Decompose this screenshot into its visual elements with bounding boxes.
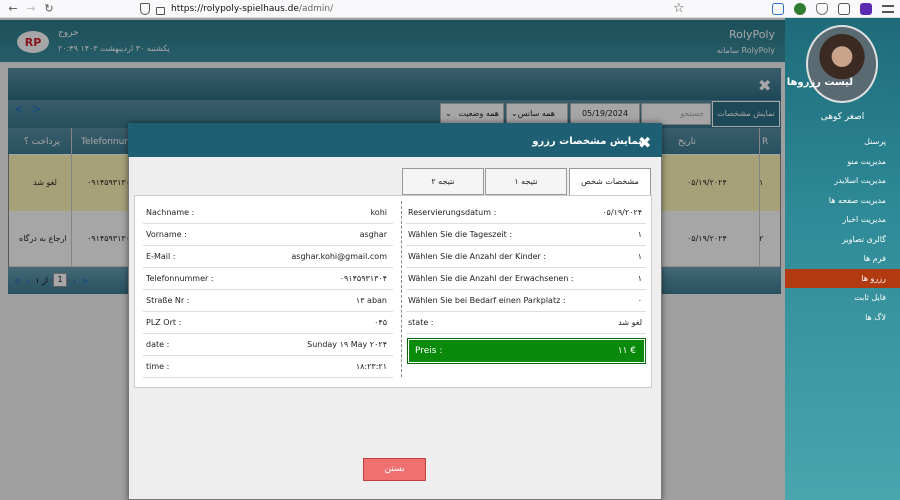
tab-person-details[interactable]: مشخصات شخص xyxy=(569,168,651,196)
detail-row: PLZ Ort : ۰۴۵ xyxy=(143,314,393,334)
detail-value: ۱۸:۲۳:۲۱ xyxy=(355,362,387,371)
sidebar-item-static-files[interactable]: فایل ثابت xyxy=(785,288,900,308)
sidebar-item-pages[interactable]: مدیریت صفحه ها xyxy=(785,191,900,211)
dialog-divider xyxy=(401,201,402,377)
sidebar-item-personnel[interactable]: پرسنل xyxy=(785,132,900,152)
detail-label: state : xyxy=(408,318,434,327)
browser-extension-icons xyxy=(772,1,894,17)
forward-icon[interactable]: → xyxy=(22,0,40,18)
detail-row: Straße Nr : ۱۳ aban xyxy=(143,292,393,312)
detail-row: Wählen Sie die Anzahl der Erwachsenen : ۱ xyxy=(406,270,646,290)
detail-row: time : ۱۸:۲۳:۲۱ xyxy=(143,358,393,378)
detail-row: Wählen Sie bei Bedarf einen Parkplatz : ۰ xyxy=(406,292,646,312)
extension-shield-icon[interactable] xyxy=(816,3,828,15)
detail-value: kohi xyxy=(370,208,387,217)
dialog-close-icon[interactable]: ✖ xyxy=(638,133,651,152)
url-host: https://rolypoly-spielhaus.de xyxy=(171,4,299,14)
detail-value: ۰۴۵ xyxy=(374,318,387,327)
detail-row: date : Sunday ۱۹ May ۲۰۲۴ xyxy=(143,336,393,356)
close-button[interactable]: بستن xyxy=(363,458,426,481)
url-bar[interactable]: https://rolypoly-spielhaus.de/admin/ xyxy=(140,1,700,17)
tab-result-1[interactable]: نتیجه ۱ xyxy=(485,168,567,195)
detail-label: time : xyxy=(146,362,170,371)
download-icon[interactable] xyxy=(772,3,784,15)
detail-label: Wählen Sie die Tageszeit : xyxy=(408,230,513,239)
sidebar-item-slider[interactable]: مدیریت اسلایدر xyxy=(785,171,900,191)
menu-icon[interactable] xyxy=(882,5,894,13)
detail-value: ۰ xyxy=(637,296,642,305)
extension-purple-icon[interactable] xyxy=(860,3,872,15)
detail-row: Wählen Sie die Tageszeit : ۱ xyxy=(406,226,646,246)
reload-icon[interactable]: ↻ xyxy=(40,0,58,18)
detail-row: E-Mail : asghar.kohi@gmail.com xyxy=(143,248,393,268)
sidebar-item-gallery[interactable]: گالری تصاویر xyxy=(785,230,900,250)
detail-value: asghar xyxy=(359,230,387,239)
extension-green-icon[interactable] xyxy=(794,3,806,15)
detail-value: ۱ xyxy=(637,252,642,261)
user-avatar xyxy=(806,25,878,103)
user-name: اصغر کوهی xyxy=(820,112,865,122)
detail-value: ۱ xyxy=(637,230,642,239)
detail-row: Wählen Sie die Anzahl der Kinder : ۱ xyxy=(406,248,646,268)
detail-label: Nachname : xyxy=(146,208,195,217)
detail-value: ۱ xyxy=(637,274,642,283)
sidebar-item-forms[interactable]: فرم ها xyxy=(785,249,900,269)
detail-label: Reservierungsdatum : xyxy=(408,208,497,217)
url-path: /admin/ xyxy=(298,4,334,14)
detail-label: Straße Nr : xyxy=(146,296,190,305)
panel-title: لیست رزروها xyxy=(786,77,853,88)
detail-label: Wählen Sie die Anzahl der Erwachsenen : xyxy=(408,274,574,283)
sidebar-item-reservations[interactable]: رزرو ها xyxy=(785,268,900,288)
detail-value: ۰۵/۱۹/۲۰۲۴ xyxy=(602,208,642,217)
bookmark-star-icon[interactable]: ☆ xyxy=(673,1,685,16)
back-icon[interactable]: ← xyxy=(4,0,22,18)
detail-value: Sunday ۱۹ May ۲۰۲۴ xyxy=(307,340,387,349)
detail-row: Vorname : asghar xyxy=(143,226,393,246)
detail-label: date : xyxy=(146,340,170,349)
dialog-title: نمایش مشخصات رزرو xyxy=(532,136,642,147)
sidebar-item-news[interactable]: مدیریت اخبار xyxy=(785,210,900,230)
detail-label: PLZ Ort : xyxy=(146,318,182,327)
detail-label: Vorname : xyxy=(146,230,187,239)
detail-label: Wählen Sie bei Bedarf einen Parkplatz : xyxy=(408,296,566,305)
detail-value: asghar.kohi@gmail.com xyxy=(291,252,387,261)
sidebar-item-logs[interactable]: لاگ ها xyxy=(785,308,900,328)
extensions-puzzle-icon[interactable] xyxy=(838,3,850,15)
detail-row: Reservierungsdatum : ۰۵/۱۹/۲۰۲۴ xyxy=(406,204,646,224)
shield-icon xyxy=(140,3,150,15)
price-value: ۱۱ € xyxy=(617,346,636,356)
detail-row: Nachname : kohi xyxy=(143,204,393,224)
sidebar-menu: پرسنل مدیریت منو مدیریت اسلایدر مدیریت ص… xyxy=(785,132,900,327)
lock-icon xyxy=(156,6,165,15)
tab-result-2[interactable]: نتیجه ۲ xyxy=(402,168,484,195)
detail-value: ۰۹۱۴۵۹۳۱۳۰۴ xyxy=(339,274,387,283)
detail-label: E-Mail : xyxy=(146,252,176,261)
detail-value: لغو شد xyxy=(618,318,642,327)
price-bar: Preis : ۱۱ € xyxy=(407,338,646,364)
price-label: Preis : xyxy=(415,346,443,356)
detail-label: Telefonnummer : xyxy=(146,274,214,283)
detail-label: Wählen Sie die Anzahl der Kinder : xyxy=(408,252,547,261)
sidebar-item-menu[interactable]: مدیریت منو xyxy=(785,152,900,172)
detail-row: state : لغو شد xyxy=(406,314,646,334)
detail-value: ۱۳ aban xyxy=(355,296,387,305)
detail-row: Telefonnummer : ۰۹۱۴۵۹۳۱۳۰۴ xyxy=(143,270,393,290)
